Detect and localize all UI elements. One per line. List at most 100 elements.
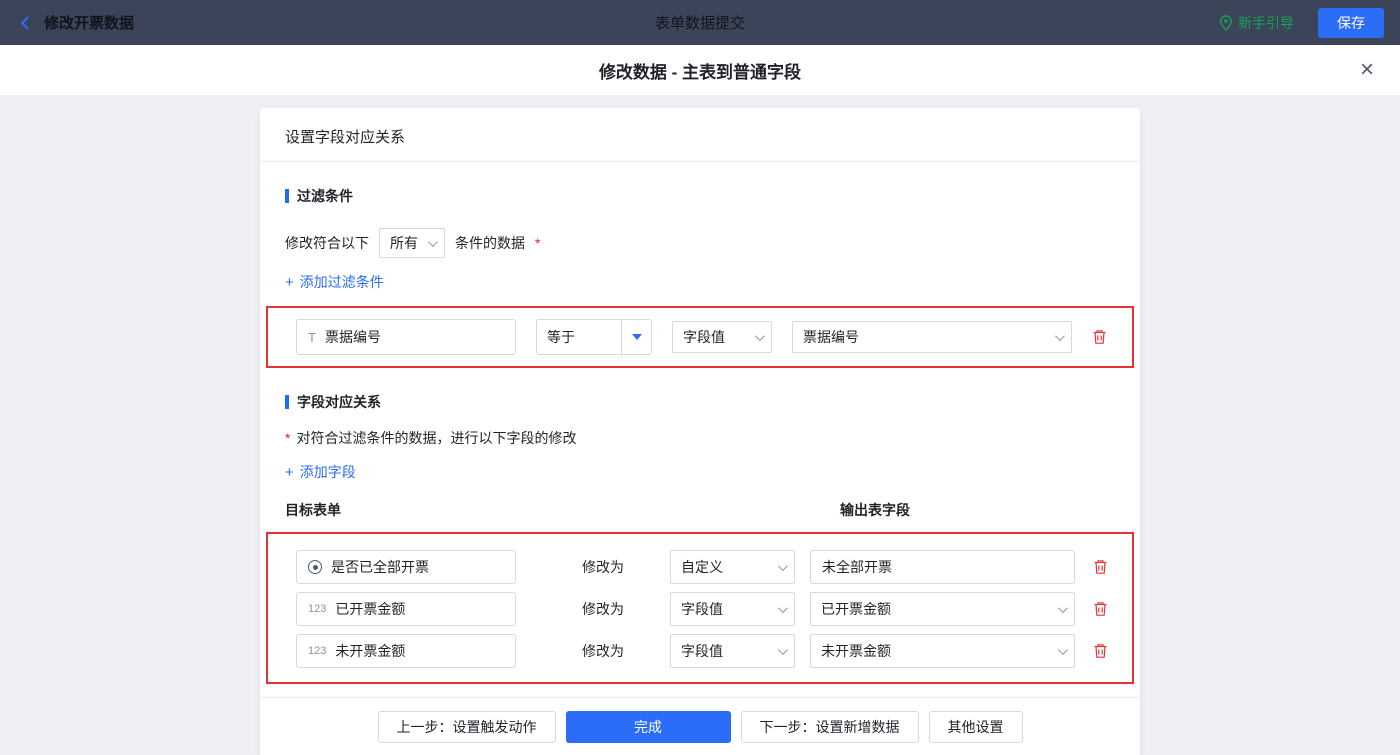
required-asterisk: * [285, 430, 291, 446]
chevron-down-icon [777, 560, 788, 571]
topbar: 修改开票数据 表单数据提交 新手引导 保存 [0, 0, 1400, 45]
close-button[interactable]: × [1360, 58, 1374, 82]
mapping-description-text: 对符合过滤条件的数据，进行以下字段的修改 [296, 430, 577, 446]
card-header-title: 设置字段对应关系 [260, 108, 1140, 162]
filter-highlight-box: T 票据编号 等于 字段值 票据编号 [266, 306, 1134, 368]
add-field-label: 添加字段 [299, 464, 356, 480]
target-field-value: 已开票金额 [335, 601, 406, 617]
back-button[interactable] [16, 14, 34, 32]
match-mode-value: 所有 [390, 235, 418, 251]
add-filter-label: 添加过滤条件 [299, 274, 384, 290]
modify-type-value: 自定义 [681, 559, 723, 575]
save-button[interactable]: 保存 [1318, 7, 1384, 38]
guide-label: 新手引导 [1238, 14, 1294, 31]
output-field-select[interactable]: 未开票金额 [810, 634, 1075, 668]
delete-filter-row-button[interactable] [1092, 329, 1107, 345]
trash-icon [1094, 560, 1107, 574]
done-button[interactable]: 完成 [565, 711, 731, 743]
output-field-select[interactable]: 已开票金额 [810, 592, 1075, 626]
dialog-header: 修改数据 - 主表到普通字段 × [0, 45, 1400, 95]
chevron-down-icon [777, 644, 788, 655]
modify-label: 修改为 [582, 601, 624, 617]
delete-mapping-row-button[interactable] [1093, 601, 1108, 617]
chevron-down-icon [777, 602, 788, 613]
chevron-left-icon [21, 16, 29, 29]
modify-type-select[interactable]: 字段值 [670, 592, 795, 626]
mapping-section-title: 字段对应关系 [285, 392, 1115, 412]
custom-value: 未全部开票 [822, 559, 892, 575]
modify-label: 修改为 [582, 643, 624, 659]
add-field-link[interactable]: + 添加字段 [285, 462, 1115, 482]
dialog-title: 修改数据 - 主表到普通字段 [598, 62, 802, 82]
other-settings-button[interactable]: 其他设置 [928, 711, 1023, 743]
value-type-select[interactable]: 字段值 [672, 321, 772, 353]
target-field-input[interactable]: 123 已开票金额 [296, 592, 516, 626]
chevron-down-icon [1054, 330, 1065, 341]
filter-field-input[interactable]: T 票据编号 [296, 319, 516, 355]
operator-dropdown-button[interactable] [621, 320, 651, 354]
triangle-down-icon [631, 334, 642, 340]
operator-select[interactable]: 等于 [537, 320, 621, 354]
dialog-footer: 上一步：设置触发动作 完成 下一步：设置新增数据 其他设置 [260, 697, 1140, 755]
column-header-target: 目标表单 [285, 502, 341, 518]
prev-step-button[interactable]: 上一步：设置触发动作 [377, 711, 556, 743]
column-headers: 目标表单 输出表字段 [285, 500, 1115, 518]
map-pin-icon [1220, 14, 1232, 31]
topbar-center-title: 表单数据提交 [654, 15, 746, 32]
page: 修改开票数据 表单数据提交 新手引导 保存 修改数据 - 主表到普通字段 × 设… [0, 0, 1400, 755]
filter-section-title: 过滤条件 [285, 186, 1115, 206]
guide-link[interactable]: 新手引导 [1219, 13, 1294, 33]
chevron-down-icon [427, 236, 438, 247]
trash-icon [1094, 602, 1107, 616]
number-type-icon: 123 [308, 603, 327, 615]
output-field-value: 已开票金额 [821, 601, 891, 617]
section-bar-icon [285, 395, 289, 409]
filter-value-select[interactable]: 票据编号 [792, 321, 1072, 353]
text-type-icon: T [308, 329, 316, 345]
column-header-output: 输出表字段 [840, 502, 910, 518]
mapping-description: * 对符合过滤条件的数据，进行以下字段的修改 [285, 428, 1115, 448]
condition-suffix: 条件的数据 [455, 235, 525, 251]
match-mode-select[interactable]: 所有 [379, 228, 445, 258]
target-field-input[interactable]: 是否已全部开票 [296, 550, 516, 584]
mapping-row: 123 已开票金额 修改为 字段值 已开票金额 [296, 592, 1132, 626]
mapping-row: 123 未开票金额 修改为 字段值 未开票金额 [296, 634, 1132, 668]
mapping-row: 是否已全部开票 修改为 自定义 未全部开票 [296, 550, 1132, 584]
trash-icon [1093, 330, 1106, 344]
condition-line: 修改符合以下 所有 条件的数据 * [285, 228, 1115, 258]
trash-icon [1094, 644, 1107, 658]
section-bar-icon [285, 189, 289, 203]
modify-type-value: 字段值 [681, 601, 723, 617]
dialog-body: 设置字段对应关系 过滤条件 修改符合以下 所有 条件的数据 * + 添加过滤条件 [0, 108, 1400, 755]
topbar-title: 修改开票数据 [44, 15, 135, 32]
chevron-down-icon [1057, 644, 1068, 655]
plus-icon: + [285, 463, 294, 481]
settings-card: 设置字段对应关系 过滤条件 修改符合以下 所有 条件的数据 * + 添加过滤条件 [260, 108, 1140, 755]
delete-mapping-row-button[interactable] [1093, 643, 1108, 659]
target-field-input[interactable]: 123 未开票金额 [296, 634, 516, 668]
modify-type-select[interactable]: 自定义 [670, 550, 795, 584]
radio-type-icon [308, 560, 322, 574]
required-asterisk: * [535, 235, 541, 251]
add-filter-link[interactable]: + 添加过滤条件 [285, 272, 1115, 292]
chevron-down-icon [1057, 602, 1068, 613]
delete-mapping-row-button[interactable] [1093, 559, 1108, 575]
filter-field-value: 票据编号 [324, 329, 381, 345]
mapping-highlight-box: 是否已全部开票 修改为 自定义 未全部开票 123 已开票金额 修改为 字段值 … [266, 532, 1134, 684]
operator-control: 等于 [536, 319, 652, 355]
value-type-value: 字段值 [683, 329, 725, 345]
next-step-button[interactable]: 下一步：设置新增数据 [740, 711, 919, 743]
target-field-value: 是否已全部开票 [331, 559, 429, 575]
chevron-down-icon [754, 330, 765, 341]
mapping-section-label: 字段对应关系 [297, 394, 381, 410]
modify-type-select[interactable]: 字段值 [670, 634, 795, 668]
modify-label: 修改为 [582, 559, 624, 575]
condition-prefix: 修改符合以下 [285, 235, 369, 251]
output-field-value: 未开票金额 [821, 643, 891, 659]
number-type-icon: 123 [308, 645, 327, 657]
custom-value-input[interactable]: 未全部开票 [810, 550, 1075, 584]
filter-value: 票据编号 [803, 329, 859, 345]
modify-type-value: 字段值 [681, 643, 723, 659]
filter-section-label: 过滤条件 [297, 188, 353, 204]
plus-icon: + [285, 273, 294, 291]
